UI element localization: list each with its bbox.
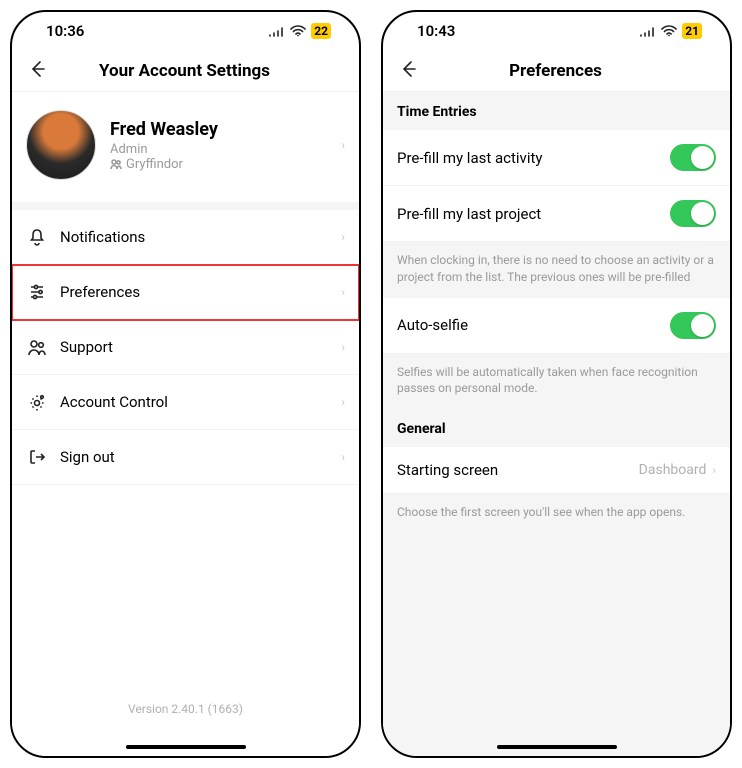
menu-label: Preferences: [60, 283, 329, 301]
team-icon: [110, 158, 122, 170]
menu-list: Notifications › Preferences › Support › …: [12, 210, 359, 485]
chevron-right-icon: ›: [341, 138, 345, 152]
menu-item-support[interactable]: Support ›: [12, 320, 359, 375]
signal-icon: [269, 26, 285, 37]
wifi-icon: [661, 25, 677, 37]
pref-label: Auto-selfie: [397, 316, 670, 334]
help-prefill: When clocking in, there is no need to ch…: [383, 242, 730, 298]
profile-row[interactable]: Fred Weasley Admin Gryffindor ›: [12, 92, 359, 210]
toggle-prefill-activity[interactable]: [670, 144, 716, 171]
phone-account-settings: 10:36 22 Your Account Settings Fred Weas…: [10, 10, 361, 758]
pref-prefill-project[interactable]: Pre-fill my last project: [383, 186, 730, 242]
pref-label: Pre-fill my last activity: [397, 149, 670, 167]
avatar: [26, 110, 96, 180]
back-arrow-icon: [397, 58, 419, 80]
home-indicator[interactable]: [497, 745, 617, 749]
chevron-right-icon: ›: [341, 285, 345, 299]
back-button[interactable]: [26, 58, 48, 84]
page-title: Your Account Settings: [48, 61, 321, 81]
chevron-right-icon: ›: [341, 340, 345, 354]
status-bar: 10:43 21: [383, 12, 730, 50]
phone-preferences: 10:43 21 Preferences Time Entries Pre-fi…: [381, 10, 732, 758]
menu-item-notifications[interactable]: Notifications ›: [12, 210, 359, 265]
status-time: 10:43: [417, 22, 455, 40]
help-starting-screen: Choose the first screen you'll see when …: [383, 494, 730, 756]
help-autoselfie: Selfies will be automatically taken when…: [383, 354, 730, 410]
chevron-right-icon: ›: [712, 463, 716, 477]
status-icons: 22: [269, 23, 331, 39]
battery-badge: 21: [682, 23, 702, 39]
section-time-entries: Time Entries: [383, 92, 730, 130]
pref-prefill-activity[interactable]: Pre-fill my last activity: [383, 130, 730, 186]
profile-name: Fred Weasley: [110, 119, 327, 140]
menu-item-signout[interactable]: Sign out ›: [12, 430, 359, 485]
chevron-right-icon: ›: [341, 230, 345, 244]
menu-label: Sign out: [60, 448, 329, 466]
chevron-right-icon: ›: [341, 395, 345, 409]
profile-role: Admin: [110, 142, 327, 157]
page-title: Preferences: [419, 61, 692, 81]
users-icon: [26, 336, 48, 358]
menu-label: Account Control: [60, 393, 329, 411]
wifi-icon: [290, 25, 306, 37]
sliders-icon: [26, 281, 48, 303]
pref-label: Pre-fill my last project: [397, 205, 670, 223]
section-general: General: [383, 409, 730, 447]
home-indicator[interactable]: [126, 745, 246, 749]
pref-auto-selfie[interactable]: Auto-selfie: [383, 298, 730, 354]
menu-item-account-control[interactable]: Account Control ›: [12, 375, 359, 430]
status-bar: 10:36 22: [12, 12, 359, 50]
header: Preferences: [383, 50, 730, 92]
profile-team: Gryffindor: [110, 157, 327, 172]
back-button[interactable]: [397, 58, 419, 84]
status-icons: 21: [640, 23, 702, 39]
pref-starting-screen[interactable]: Starting screen Dashboard ›: [383, 447, 730, 494]
battery-badge: 22: [311, 23, 331, 39]
status-time: 10:36: [46, 22, 84, 40]
back-arrow-icon: [26, 58, 48, 80]
chevron-right-icon: ›: [341, 450, 345, 464]
pref-label: Starting screen: [397, 461, 639, 479]
menu-item-preferences[interactable]: Preferences ›: [12, 265, 359, 320]
toggle-auto-selfie[interactable]: [670, 312, 716, 339]
bell-icon: [26, 226, 48, 248]
signout-icon: [26, 446, 48, 468]
header: Your Account Settings: [12, 50, 359, 92]
menu-label: Notifications: [60, 228, 329, 246]
pref-value: Dashboard: [639, 462, 707, 478]
gear-icon: [26, 391, 48, 413]
menu-label: Support: [60, 338, 329, 356]
profile-text: Fred Weasley Admin Gryffindor: [110, 119, 327, 172]
signal-icon: [640, 26, 656, 37]
toggle-prefill-project[interactable]: [670, 200, 716, 227]
